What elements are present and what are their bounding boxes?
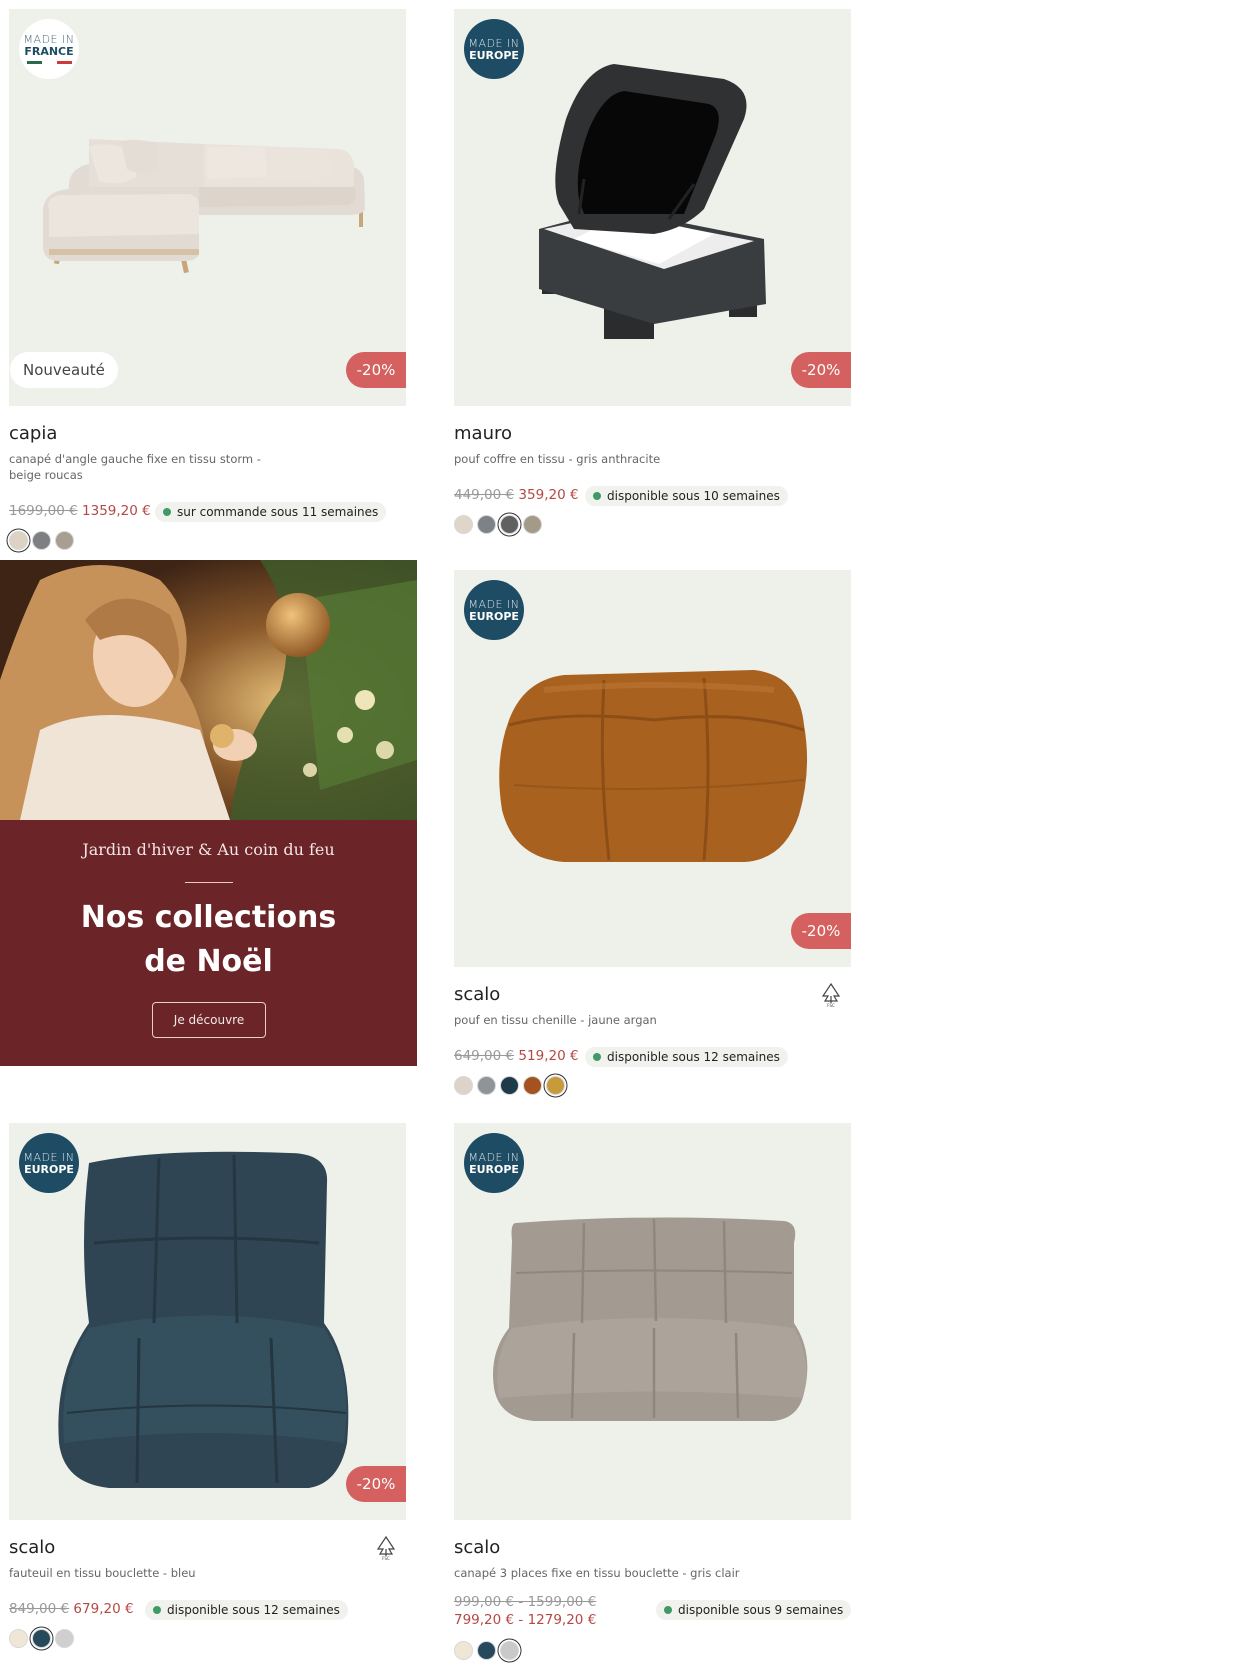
made-in-europe-badge: MADE IN EUROPE	[19, 1133, 79, 1193]
product-description: fauteuil en tissu bouclette - bleu	[9, 1566, 196, 1580]
made-in-europe-badge: MADE IN EUROPE	[464, 19, 524, 79]
product-card-capia[interactable]: MADE IN FRANCE Nouveauté -20% capia cana…	[9, 9, 406, 554]
availability-badge: disponible sous 12 semaines	[585, 1047, 788, 1067]
color-swatches	[454, 1641, 519, 1660]
product-description: pouf en tissu chenille - jaune argan	[454, 1013, 657, 1027]
color-swatches	[454, 1076, 565, 1095]
product-description: pouf coffre en tissu - gris anthracite	[454, 452, 661, 466]
availability-dot-icon	[593, 1053, 601, 1061]
color-swatches	[454, 515, 542, 534]
color-swatch[interactable]	[32, 1629, 51, 1648]
price-block: 1699,00 € 1359,20 €	[9, 502, 151, 520]
availability-badge: sur commande sous 11 semaines	[155, 502, 387, 522]
product-card-scalo-fauteuil[interactable]: MADE IN EUROPE -20% scalo FSC fauteuil e…	[9, 1123, 406, 1663]
new-badge: Nouveauté	[10, 352, 118, 388]
availability-dot-icon	[664, 1606, 672, 1614]
product-card-scalo-pouf[interactable]: MADE IN EUROPE -20% scalo FSC pouf en ti…	[454, 570, 851, 1100]
made-in-europe-badge: MADE IN EUROPE	[464, 580, 524, 640]
made-in-europe-badge: MADE IN EUROPE	[464, 1133, 524, 1193]
product-image[interactable]: MADE IN FRANCE Nouveauté -20%	[9, 9, 406, 406]
color-swatch[interactable]	[500, 1641, 519, 1660]
color-swatch[interactable]	[55, 531, 74, 550]
color-swatch[interactable]	[546, 1076, 565, 1095]
color-swatch[interactable]	[523, 1076, 542, 1095]
new-price: 1359,20 €	[82, 503, 151, 519]
product-image[interactable]: MADE IN EUROPE	[454, 1123, 851, 1520]
svg-text:FSC: FSC	[827, 1003, 835, 1008]
price-block: 849,00 € 679,20 €	[9, 1600, 134, 1618]
price-block: 999,00 € - 1599,00 € 799,20 € - 1279,20 …	[454, 1593, 674, 1629]
new-price: 799,20 € - 1279,20 €	[454, 1612, 597, 1628]
promo-title: Nos collections de Noël	[80, 900, 337, 979]
product-title[interactable]: mauro	[454, 423, 512, 444]
product-card-mauro[interactable]: MADE IN EUROPE -20% mauro pouf coffre en…	[454, 9, 851, 544]
christmas-photo	[0, 560, 417, 820]
color-swatch[interactable]	[523, 515, 542, 534]
availability-badge: disponible sous 12 semaines	[145, 1600, 348, 1620]
color-swatch[interactable]	[454, 1076, 473, 1095]
product-image[interactable]: MADE IN EUROPE -20%	[9, 1123, 406, 1520]
color-swatch[interactable]	[454, 515, 473, 534]
old-price: 849,00 €	[9, 1601, 70, 1617]
color-swatch[interactable]	[454, 1641, 473, 1660]
color-swatch[interactable]	[32, 531, 51, 550]
price-block: 449,00 € 359,20 €	[454, 486, 579, 504]
color-swatch[interactable]	[477, 515, 496, 534]
color-swatch[interactable]	[9, 531, 28, 550]
availability-badge: disponible sous 10 semaines	[585, 486, 788, 506]
product-description: canapé 3 places fixe en tissu bouclette …	[454, 1566, 740, 1580]
color-swatch[interactable]	[477, 1076, 496, 1095]
color-swatches	[9, 1629, 74, 1648]
old-price: 449,00 €	[454, 487, 515, 503]
product-title[interactable]: scalo	[9, 1537, 55, 1558]
new-price: 519,20 €	[518, 1048, 579, 1064]
availability-dot-icon	[153, 1606, 161, 1614]
availability-dot-icon	[163, 508, 171, 516]
discover-button[interactable]: Je découvre	[152, 1002, 266, 1038]
christmas-promo-banner[interactable]	[0, 560, 417, 1066]
old-price: 999,00 € - 1599,00 €	[454, 1594, 597, 1610]
promo-divider	[185, 882, 233, 883]
product-title[interactable]: capia	[9, 423, 57, 444]
discount-badge: -20%	[346, 352, 406, 388]
color-swatch[interactable]	[500, 1076, 519, 1095]
product-image[interactable]: MADE IN EUROPE -20%	[454, 570, 851, 967]
fsc-tree-icon: FSC	[821, 982, 841, 1008]
color-swatch[interactable]	[9, 1629, 28, 1648]
discount-badge: -20%	[346, 1466, 406, 1502]
discount-badge: -20%	[791, 913, 851, 949]
product-image[interactable]: MADE IN EUROPE -20%	[454, 9, 851, 406]
product-description: canapé d'angle gauche fixe en tissu stor…	[9, 452, 261, 482]
svg-text:FSC: FSC	[382, 1556, 390, 1561]
color-swatch[interactable]	[477, 1641, 496, 1660]
old-price: 1699,00 €	[9, 503, 78, 519]
color-swatches	[9, 531, 74, 550]
french-flag-icon	[26, 61, 72, 64]
product-title[interactable]: scalo	[454, 1537, 500, 1558]
availability-dot-icon	[593, 492, 601, 500]
new-price: 679,20 €	[73, 1601, 134, 1617]
color-swatch[interactable]	[500, 515, 519, 534]
made-in-france-badge: MADE IN FRANCE	[19, 19, 79, 79]
discount-badge: -20%	[791, 352, 851, 388]
promo-subtitle: Jardin d'hiver & Au coin du feu	[82, 840, 335, 859]
product-card-scalo-canape[interactable]: MADE IN EUROPE scalo canapé 3 places fix…	[454, 1123, 852, 1663]
price-block: 649,00 € 519,20 €	[454, 1047, 579, 1065]
availability-badge: disponible sous 9 semaines	[656, 1600, 852, 1620]
product-title[interactable]: scalo	[454, 984, 500, 1005]
old-price: 649,00 €	[454, 1048, 515, 1064]
new-price: 359,20 €	[518, 487, 579, 503]
color-swatch[interactable]	[55, 1629, 74, 1648]
fsc-tree-icon: FSC	[376, 1535, 396, 1561]
